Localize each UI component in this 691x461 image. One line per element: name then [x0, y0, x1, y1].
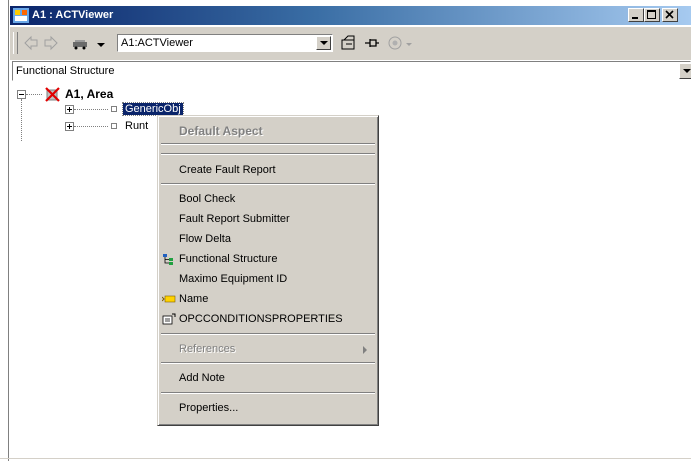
- path-combobox[interactable]: A1:ACTViewer: [117, 34, 333, 52]
- structure-selector[interactable]: Functional Structure: [12, 61, 691, 81]
- tree-connector: [74, 126, 108, 128]
- collapse-icon[interactable]: [17, 90, 26, 99]
- close-icon: [663, 9, 677, 21]
- network-icon[interactable]: [70, 34, 96, 52]
- structure-selector-value: Functional Structure: [16, 65, 115, 77]
- object-icon: [111, 106, 117, 112]
- close-button[interactable]: [662, 8, 678, 22]
- submenu-arrow-icon: [363, 346, 367, 354]
- pin-icon[interactable]: [363, 34, 381, 52]
- menu-item-default-aspect: Default Aspect: [179, 124, 263, 138]
- path-dropdown-button[interactable]: [316, 36, 331, 50]
- toolbar: A1:ACTViewer: [10, 26, 691, 60]
- menu-item-bool-check[interactable]: Bool Check: [179, 193, 235, 205]
- maximize-icon: [645, 9, 659, 21]
- window-left-edge: [8, 0, 9, 461]
- minimize-icon: [629, 9, 643, 21]
- maximize-button[interactable]: [644, 8, 660, 22]
- structure-dropdown-button[interactable]: [679, 63, 691, 79]
- menu-item-functional-structure[interactable]: Functional Structure: [179, 253, 277, 265]
- menu-item-maximo-equipment-id[interactable]: Maximo Equipment ID: [179, 273, 287, 285]
- back-arrow-icon[interactable]: [23, 34, 39, 52]
- tree-connector: [21, 99, 23, 141]
- menu-item-flow-delta[interactable]: Flow Delta: [179, 233, 231, 245]
- menu-item-name[interactable]: Name: [179, 293, 208, 305]
- minimize-button[interactable]: [628, 8, 644, 22]
- eye-dropdown-icon[interactable]: [405, 34, 413, 52]
- menu-separator: [161, 153, 375, 155]
- context-menu: Default Aspect Create Fault Report Bool …: [157, 115, 379, 426]
- menu-separator: [161, 362, 375, 364]
- area-object-icon: [45, 87, 60, 102]
- toolbar-grip[interactable]: [13, 32, 18, 54]
- menu-separator: [161, 183, 375, 185]
- window-title: A1 : ACTViewer: [32, 9, 114, 21]
- menu-item-create-fault-report[interactable]: Create Fault Report: [179, 164, 276, 176]
- chevron-down-icon[interactable]: [96, 34, 106, 52]
- window-bottom-edge: [0, 458, 691, 459]
- application-window: A1 : ACTViewer A1:ACTViewer Functional S…: [0, 0, 691, 461]
- expand-icon[interactable]: [65, 105, 74, 114]
- menu-item-opcconditionsproperties[interactable]: OPCCONDITIONSPROPERTIES: [179, 313, 343, 325]
- tree-connector: [74, 109, 108, 111]
- path-combobox-value: A1:ACTViewer: [121, 37, 193, 49]
- menu-separator: [161, 333, 375, 335]
- tree-node-label[interactable]: Runt: [125, 120, 148, 132]
- forward-arrow-icon[interactable]: [43, 34, 59, 52]
- menu-item-properties[interactable]: Properties...: [179, 402, 238, 414]
- menu-separator: [161, 143, 375, 145]
- object-icon: [111, 123, 117, 129]
- hierarchy-icon: [163, 254, 173, 265]
- tree-root-label[interactable]: A1, Area: [65, 87, 113, 101]
- menu-item-add-note[interactable]: Add Note: [179, 372, 225, 384]
- menu-item-fault-report-submitter[interactable]: Fault Report Submitter: [179, 213, 290, 225]
- properties-icon: [162, 313, 176, 325]
- name-tag-icon: [162, 295, 176, 303]
- title-bar[interactable]: A1 : ACTViewer: [10, 6, 691, 25]
- eye-icon[interactable]: [386, 34, 404, 52]
- view-icon[interactable]: [340, 34, 358, 52]
- tree-connector: [26, 94, 42, 96]
- app-icon: [13, 8, 29, 23]
- expand-icon[interactable]: [65, 122, 74, 131]
- tree-node-label-selected[interactable]: GenericObj: [122, 102, 184, 116]
- menu-separator: [161, 392, 375, 394]
- menu-item-references: References: [179, 343, 236, 355]
